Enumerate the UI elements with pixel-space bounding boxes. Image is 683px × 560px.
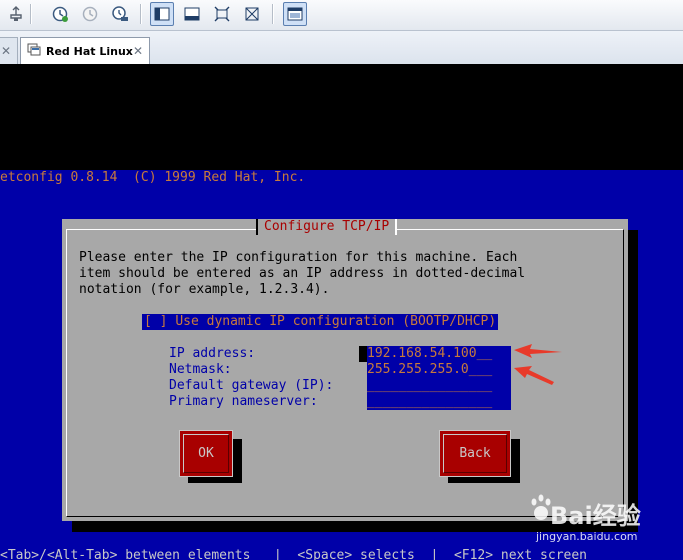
show-library-icon[interactable] bbox=[150, 2, 174, 26]
vm-icon bbox=[27, 43, 41, 60]
primary-nameserver-label: Primary nameserver: bbox=[169, 394, 318, 409]
netmask-label: Netmask: bbox=[169, 362, 232, 377]
dialog-message: Please enter the IP configuration for th… bbox=[79, 250, 525, 298]
tab-label: Red Hat Linux bbox=[46, 44, 133, 58]
annotation-arrow-icon bbox=[514, 366, 554, 385]
vm-tab-bar: ✕ Red Hat Linux ✕ bbox=[0, 31, 683, 65]
ip-address-input[interactable]: 192.168.54.100__ bbox=[367, 346, 511, 362]
default-gateway-input[interactable]: ________________ bbox=[367, 378, 511, 394]
tab-close-icon[interactable]: ✕ bbox=[133, 44, 143, 58]
thumbnail-bar-icon[interactable] bbox=[180, 2, 204, 26]
message-line: Please enter the IP configuration for th… bbox=[79, 250, 518, 265]
console-black-area bbox=[0, 64, 683, 170]
key-help-footer: <Tab>/<Alt-Tab> between elements | <Spac… bbox=[0, 548, 587, 560]
snapshot-manager-icon[interactable] bbox=[108, 2, 132, 26]
paw-icon bbox=[531, 494, 551, 520]
checkbox-label: Use dynamic IP configuration (BOOTP/DHCP… bbox=[175, 314, 497, 329]
usb-plug-icon[interactable] bbox=[4, 2, 28, 26]
back-button[interactable]: Back bbox=[439, 430, 511, 477]
watermark-brand: Bai经验 bbox=[550, 502, 641, 530]
console-view-icon[interactable] bbox=[283, 2, 307, 26]
back-button-label: Back bbox=[459, 445, 491, 461]
text-cursor bbox=[359, 346, 367, 362]
baidu-watermark: Bai经验 jingyan.baidu.com bbox=[524, 486, 683, 546]
ip-address-label: IP address: bbox=[169, 346, 256, 361]
primary-nameserver-input[interactable]: ________________ bbox=[367, 394, 511, 410]
tab-red-hat-linux[interactable]: Red Hat Linux ✕ bbox=[20, 37, 150, 64]
message-line: item should be entered as an IP address … bbox=[79, 266, 526, 281]
message-line: notation (for example, 1.2.3.4). bbox=[79, 282, 330, 297]
snapshot-take-icon[interactable] bbox=[48, 2, 72, 26]
checkbox-box: [ ] bbox=[144, 314, 168, 329]
unity-icon[interactable] bbox=[240, 2, 264, 26]
ok-button-label: OK bbox=[198, 445, 214, 461]
dhcp-checkbox[interactable]: [ ] Use dynamic IP configuration (BOOTP/… bbox=[142, 314, 499, 330]
vm-toolbar bbox=[0, 0, 683, 31]
ok-button[interactable]: OK bbox=[179, 430, 233, 477]
netconfig-header: etconfig 0.8.14 (C) 1999 Red Hat, Inc. bbox=[0, 170, 306, 185]
netmask-input[interactable]: 255.255.255.0___ bbox=[367, 362, 511, 378]
full-screen-icon[interactable] bbox=[210, 2, 234, 26]
snapshot-revert-icon[interactable] bbox=[78, 2, 102, 26]
tab-close-icon[interactable]: ✕ bbox=[1, 44, 11, 58]
annotation-arrow-icon bbox=[514, 344, 562, 358]
default-gateway-label: Default gateway (IP): bbox=[169, 378, 334, 393]
tab-previous[interactable]: ✕ bbox=[0, 37, 18, 64]
dialog-title: Configure TCP/IP bbox=[256, 219, 398, 235]
watermark-url: jingyan.baidu.com bbox=[536, 530, 638, 543]
